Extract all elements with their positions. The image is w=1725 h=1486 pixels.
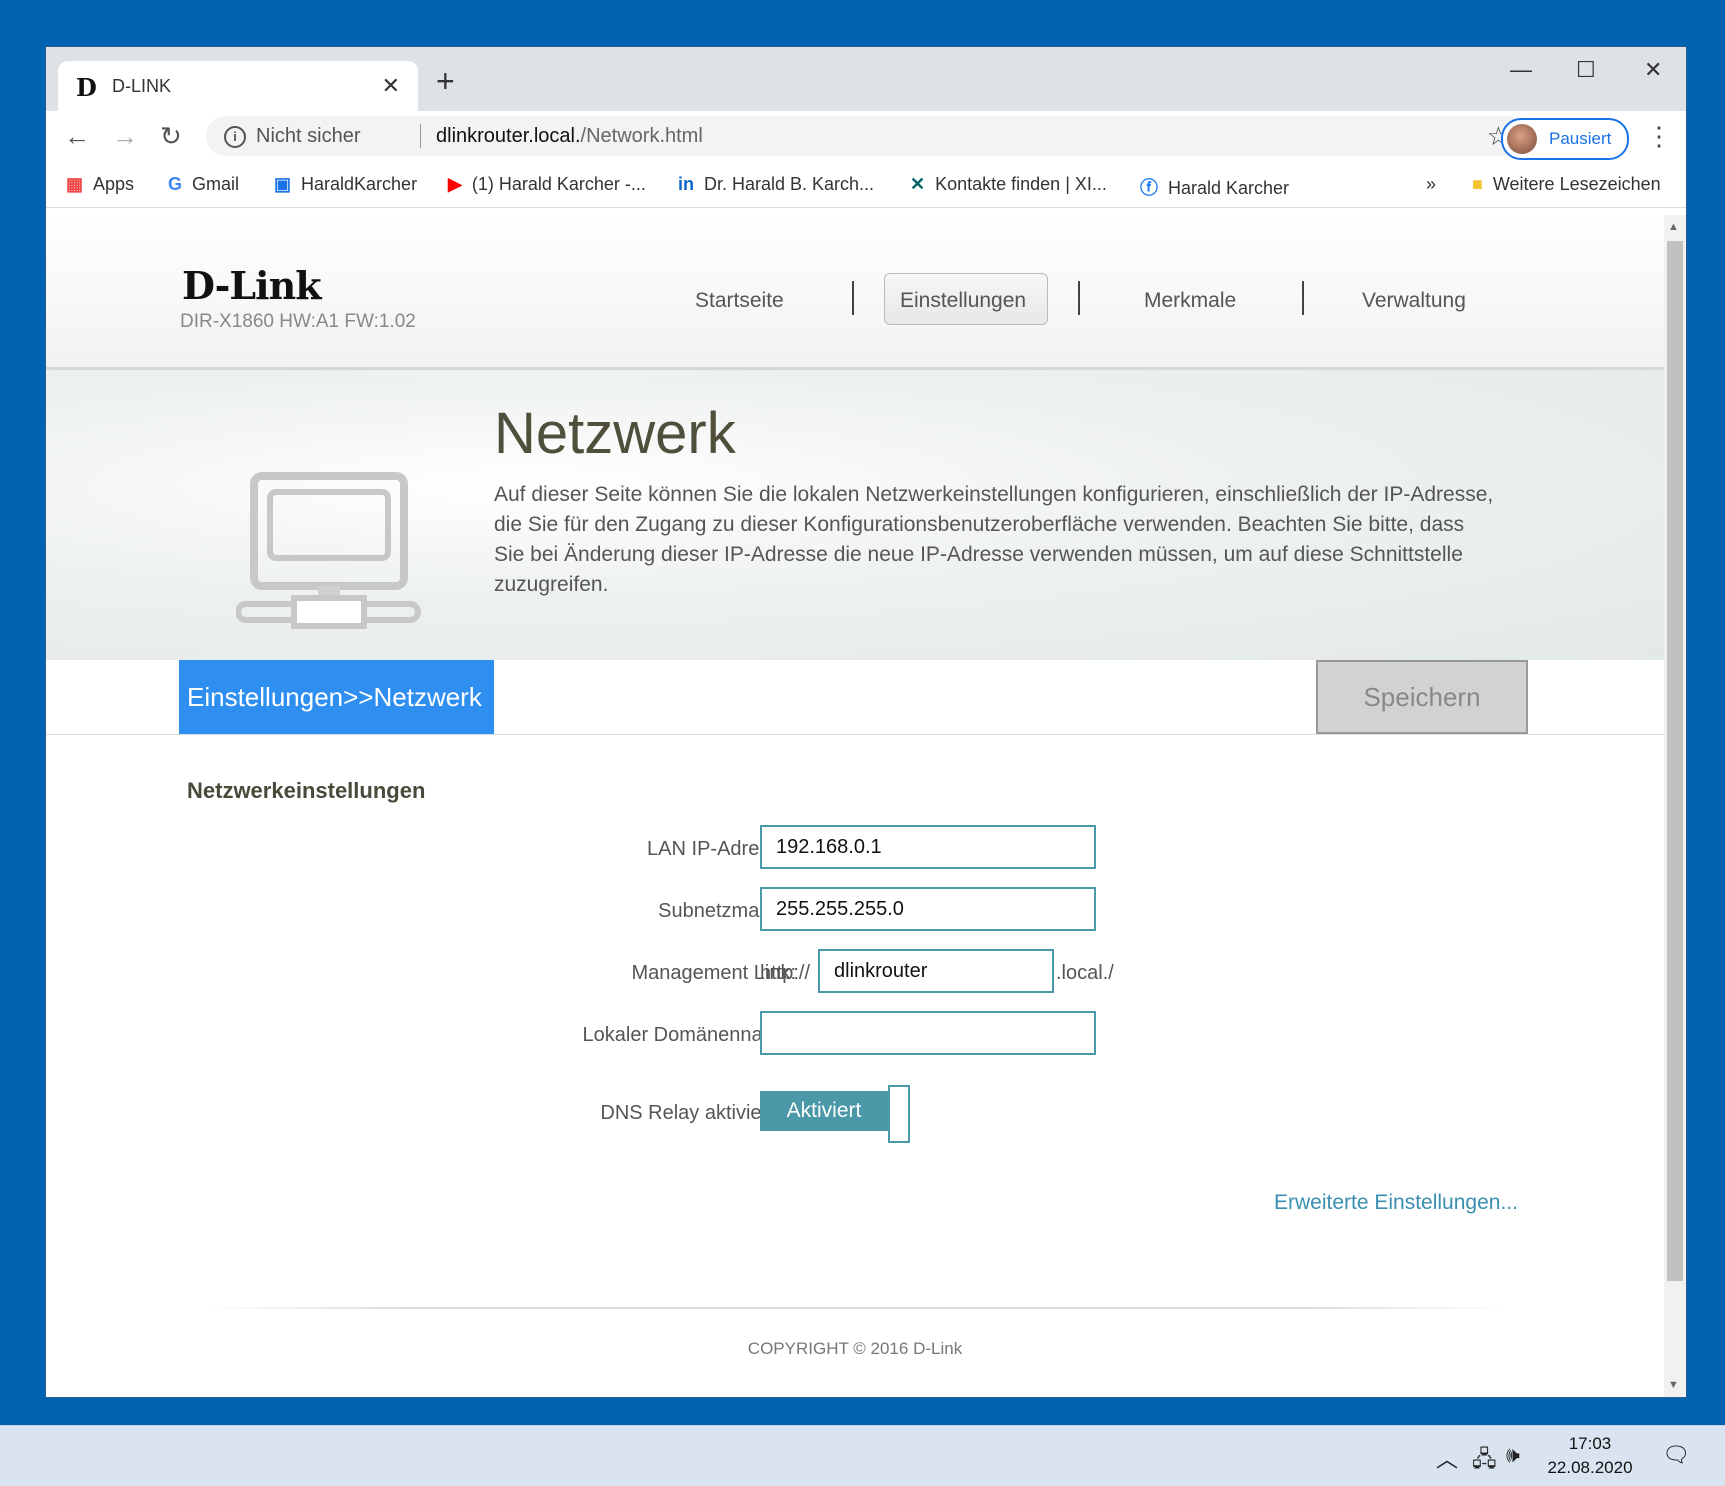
chevron-up-icon[interactable]: ︿ bbox=[1436, 1442, 1458, 1474]
bookmark-label: Harald Karcher bbox=[1168, 178, 1290, 198]
network-computer-icon bbox=[236, 472, 421, 629]
bookmark-label: Apps bbox=[93, 174, 135, 194]
new-tab-button[interactable]: + bbox=[436, 65, 455, 97]
tab-strip: D D-LINK ✕ + — ☐ ✕ bbox=[46, 47, 1686, 111]
youtube-icon: ▶ bbox=[448, 174, 462, 194]
dlink-logo: D-Link bbox=[182, 263, 322, 308]
breadcrumb-row: Einstellungen>>Netzwerk Speichern bbox=[46, 660, 1664, 735]
nav-startseite[interactable]: Startseite bbox=[695, 289, 784, 313]
tab-dlink[interactable]: D D-LINK ✕ bbox=[58, 61, 418, 111]
section-title: Netzwerkeinstellungen bbox=[187, 778, 426, 803]
advanced-settings-link[interactable]: Erweiterte Einstellungen... bbox=[1274, 1191, 1518, 1215]
close-window-icon[interactable]: ✕ bbox=[1644, 57, 1662, 83]
subnet-label: Subnetzmaske: bbox=[658, 900, 796, 922]
lan-ip-label: LAN IP-Adresse: bbox=[647, 838, 796, 860]
toggle-knob[interactable] bbox=[888, 1085, 910, 1143]
url-text[interactable]: dlinkrouter.local./Network.html bbox=[436, 125, 703, 148]
profile-button[interactable]: Pausiert bbox=[1501, 118, 1629, 160]
nav-divider bbox=[1302, 281, 1304, 315]
router-header: D-Link DIR-X1860 HW:A1 FW:1.02 Startseit… bbox=[46, 215, 1664, 370]
nav-verwaltung[interactable]: Verwaltung bbox=[1362, 289, 1466, 313]
apps-grid-icon: ▦ bbox=[66, 174, 84, 194]
notifications-icon[interactable]: 🗨 bbox=[1662, 1442, 1690, 1468]
bookmark-facebook[interactable]: ⓕ Harald Karcher bbox=[1140, 174, 1289, 200]
bookmark-gmail[interactable]: G Gmail bbox=[168, 174, 239, 195]
bookmark-other[interactable]: ■ Weitere Lesezeichen bbox=[1472, 174, 1661, 195]
address-bar[interactable]: i Nicht sicher dlinkrouter.local./Networ… bbox=[206, 116, 1526, 156]
bookmark-youtube[interactable]: ▶ (1) Harald Karcher -... bbox=[448, 174, 646, 195]
browser-menu-icon[interactable]: ⋮ bbox=[1646, 121, 1672, 152]
nav-divider bbox=[852, 281, 854, 315]
scrollbar[interactable]: ▲ ▼ bbox=[1664, 215, 1686, 1397]
info-icon[interactable]: i bbox=[224, 126, 246, 148]
bookmarks-bar: ▦ Apps G Gmail ▣ HaraldKarcher ▶ (1) Harald … bbox=[46, 163, 1686, 208]
page-description: Auf dieser Seite können Sie die lokalen … bbox=[494, 483, 1494, 596]
breadcrumb: Einstellungen>>Netzwerk bbox=[179, 660, 494, 734]
scroll-up-icon[interactable]: ▲ bbox=[1668, 221, 1679, 233]
bookmarks-overflow-icon[interactable]: » bbox=[1426, 174, 1436, 195]
url-path: /Network.html bbox=[580, 125, 703, 147]
bookmark-linkedin[interactable]: in Dr. Harald B. Karch... bbox=[678, 174, 874, 195]
copyright: COPYRIGHT © 2016 D-Link bbox=[747, 1339, 963, 1358]
linkedin-icon: in bbox=[678, 174, 694, 194]
tab-title: D-LINK bbox=[112, 76, 172, 96]
folder-icon: ■ bbox=[1472, 174, 1483, 194]
bookmark-label: Gmail bbox=[192, 174, 240, 194]
browser-window: D D-LINK ✕ + — ☐ ✕ ← → ↻ i Nicht sicher … bbox=[46, 47, 1686, 1397]
page-icon: ▣ bbox=[274, 174, 292, 194]
bookmark-label: HaraldKarcher bbox=[301, 174, 418, 194]
management-link-prefix: http:// bbox=[760, 962, 811, 984]
network-icon[interactable]: 🖧 bbox=[1472, 1442, 1497, 1480]
footer-divider bbox=[206, 1307, 1506, 1309]
minimize-icon[interactable]: — bbox=[1510, 57, 1532, 83]
dns-relay-state: Aktiviert bbox=[760, 1091, 888, 1131]
address-separator bbox=[420, 124, 421, 148]
close-tab-icon[interactable]: ✕ bbox=[382, 73, 400, 99]
domain-name-label: Lokaler Domänenname: bbox=[582, 1024, 796, 1046]
dns-relay-label: DNS Relay aktivieren: bbox=[600, 1102, 796, 1124]
clock-time: 17:03 bbox=[1568, 1434, 1612, 1453]
security-label[interactable]: Nicht sicher bbox=[256, 125, 360, 148]
bookmark-label: Dr. Harald B. Karch... bbox=[704, 174, 875, 194]
page-content: D-Link DIR-X1860 HW:A1 FW:1.02 Startseit… bbox=[46, 215, 1664, 1397]
page-title: Netzwerk bbox=[494, 401, 736, 466]
nav-merkmale[interactable]: Merkmale bbox=[1144, 289, 1236, 313]
domain-name-input[interactable] bbox=[760, 1011, 1096, 1055]
dlink-favicon-icon: D bbox=[76, 73, 97, 102]
model-info: DIR-X1860 HW:A1 FW:1.02 bbox=[180, 311, 416, 332]
save-button[interactable]: Speichern bbox=[1316, 660, 1528, 734]
bookmark-label: (1) Harald Karcher -... bbox=[471, 174, 646, 194]
management-link-label: Management Link: bbox=[631, 962, 796, 984]
reload-icon[interactable]: ↻ bbox=[160, 121, 182, 152]
clock-date: 22.08.2020 bbox=[1547, 1458, 1633, 1477]
bookmark-haraldkarcher[interactable]: ▣ HaraldKarcher bbox=[274, 174, 417, 195]
bookmark-apps[interactable]: ▦ Apps bbox=[66, 174, 134, 195]
bookmark-label: Kontakte finden | XI... bbox=[935, 174, 1107, 194]
volume-icon[interactable]: 🕪 bbox=[1506, 1442, 1520, 1468]
profile-label: Pausiert bbox=[1549, 129, 1612, 148]
windows-taskbar: ︿ 🖧 🕪 17:03 22.08.2020 🗨 bbox=[0, 1425, 1725, 1486]
subnet-input[interactable]: 255.255.255.0 bbox=[760, 887, 1096, 931]
management-link-input[interactable]: dlinkrouter bbox=[818, 949, 1054, 993]
xing-icon: ✕ bbox=[910, 174, 926, 194]
browser-toolbar: ← → ↻ i Nicht sicher dlinkrouter.local./… bbox=[46, 111, 1686, 163]
forward-icon[interactable]: → bbox=[112, 121, 138, 152]
google-icon: G bbox=[168, 174, 183, 194]
dns-relay-toggle[interactable]: Aktiviert bbox=[760, 1085, 910, 1143]
nav-einstellungen[interactable]: Einstellungen bbox=[900, 289, 1026, 313]
page-banner: Netzwerk Auf dieser Seite können Sie die… bbox=[46, 370, 1664, 661]
avatar bbox=[1507, 124, 1537, 154]
nav-divider bbox=[1078, 281, 1080, 315]
bookmark-xing[interactable]: ✕ Kontakte finden | XI... bbox=[910, 174, 1107, 195]
scroll-thumb[interactable] bbox=[1667, 241, 1683, 1281]
facebook-icon: ⓕ bbox=[1140, 178, 1158, 198]
management-link-suffix: .local./ bbox=[1056, 962, 1114, 984]
lan-ip-input[interactable]: 192.168.0.1 bbox=[760, 825, 1096, 869]
back-icon[interactable]: ← bbox=[64, 121, 90, 152]
scroll-down-icon[interactable]: ▼ bbox=[1668, 1379, 1679, 1391]
bookmark-label: Weitere Lesezeichen bbox=[1492, 174, 1661, 194]
url-host: dlinkrouter.local. bbox=[436, 125, 581, 147]
clock[interactable]: 17:03 22.08.2020 bbox=[1540, 1432, 1640, 1480]
maximize-icon[interactable]: ☐ bbox=[1576, 57, 1596, 83]
